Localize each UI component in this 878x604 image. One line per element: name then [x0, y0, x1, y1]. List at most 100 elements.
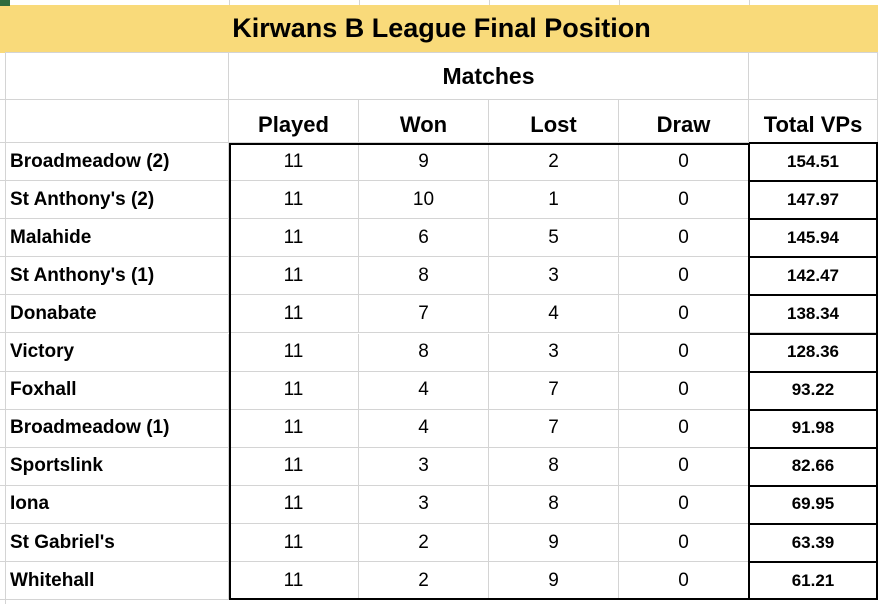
table-row: Iona 11 3 8 0 69.95: [0, 485, 878, 524]
header-lost[interactable]: Lost: [489, 100, 619, 143]
team-name[interactable]: Iona: [0, 485, 229, 524]
vp-border: [748, 143, 750, 600]
played-value[interactable]: 11: [229, 143, 359, 182]
team-name[interactable]: St Gabriel's: [0, 524, 229, 563]
won-value[interactable]: 2: [359, 562, 489, 601]
header-won[interactable]: Won: [359, 100, 489, 143]
played-value[interactable]: 11: [229, 409, 359, 448]
draw-value[interactable]: 0: [619, 143, 749, 182]
total-vps-value[interactable]: 63.39: [749, 524, 878, 563]
matches-group-row: Matches: [0, 53, 878, 100]
column-header-row: Played Won Lost Draw Total VPs: [0, 100, 878, 143]
total-vps-value[interactable]: 138.34: [749, 295, 878, 334]
played-value[interactable]: 11: [229, 562, 359, 601]
team-name[interactable]: Broadmeadow (2): [0, 143, 229, 182]
lost-value[interactable]: 9: [489, 562, 619, 601]
empty-cell[interactable]: [0, 53, 229, 100]
played-value[interactable]: 11: [229, 181, 359, 220]
lost-value[interactable]: 8: [489, 485, 619, 524]
team-name[interactable]: St Anthony's (2): [0, 181, 229, 220]
won-value[interactable]: 10: [359, 181, 489, 220]
table-row: Foxhall 11 4 7 0 93.22: [0, 371, 878, 410]
draw-value[interactable]: 0: [619, 333, 749, 372]
won-value[interactable]: 8: [359, 333, 489, 372]
draw-value[interactable]: 0: [619, 295, 749, 334]
lost-value[interactable]: 1: [489, 181, 619, 220]
gridline: [5, 53, 6, 604]
spreadsheet: Kirwans B League Final Position Matches …: [0, 0, 878, 604]
won-value[interactable]: 9: [359, 143, 489, 182]
played-value[interactable]: 11: [229, 257, 359, 296]
draw-value[interactable]: 0: [619, 524, 749, 563]
team-name[interactable]: Malahide: [0, 219, 229, 258]
empty-cell[interactable]: [0, 100, 229, 143]
sheet-title[interactable]: Kirwans B League Final Position: [5, 5, 878, 53]
played-value[interactable]: 11: [229, 295, 359, 334]
won-value[interactable]: 6: [359, 219, 489, 258]
won-value[interactable]: 8: [359, 257, 489, 296]
team-name[interactable]: Victory: [0, 333, 229, 372]
total-vps-value[interactable]: 145.94: [749, 219, 878, 258]
table-row: Victory 11 8 3 0 128.36: [0, 333, 878, 372]
table-row: Sportslink 11 3 8 0 82.66: [0, 447, 878, 486]
table-row: Broadmeadow (1) 11 4 7 0 91.98: [0, 409, 878, 448]
total-vps-value[interactable]: 61.21: [749, 562, 878, 601]
lost-value[interactable]: 3: [489, 333, 619, 372]
team-name[interactable]: Whitehall: [0, 562, 229, 601]
total-vps-value[interactable]: 82.66: [749, 447, 878, 486]
table-row: Broadmeadow (2) 11 9 2 0 154.51: [0, 143, 878, 182]
total-vps-value[interactable]: 147.97: [749, 181, 878, 220]
total-vps-value[interactable]: 142.47: [749, 257, 878, 296]
won-value[interactable]: 4: [359, 409, 489, 448]
won-value[interactable]: 4: [359, 371, 489, 410]
header-total-vps[interactable]: Total VPs: [749, 100, 878, 143]
draw-value[interactable]: 0: [619, 371, 749, 410]
draw-value[interactable]: 0: [619, 257, 749, 296]
total-vps-value[interactable]: 93.22: [749, 371, 878, 410]
played-value[interactable]: 11: [229, 371, 359, 410]
played-value[interactable]: 11: [229, 485, 359, 524]
header-played[interactable]: Played: [229, 100, 359, 143]
matches-group-header[interactable]: Matches: [229, 53, 749, 100]
total-vps-value[interactable]: 128.36: [749, 333, 878, 372]
lost-value[interactable]: 4: [489, 295, 619, 334]
won-value[interactable]: 7: [359, 295, 489, 334]
team-name[interactable]: Broadmeadow (1): [0, 409, 229, 448]
played-value[interactable]: 11: [229, 333, 359, 372]
table-row: Malahide 11 6 5 0 145.94: [0, 219, 878, 258]
draw-value[interactable]: 0: [619, 181, 749, 220]
header-draw[interactable]: Draw: [619, 100, 749, 143]
draw-value[interactable]: 0: [619, 447, 749, 486]
table-row: Donabate 11 7 4 0 138.34: [0, 295, 878, 334]
team-name[interactable]: Donabate: [0, 295, 229, 334]
team-name[interactable]: St Anthony's (1): [0, 257, 229, 296]
lost-value[interactable]: 7: [489, 371, 619, 410]
won-value[interactable]: 3: [359, 447, 489, 486]
won-value[interactable]: 3: [359, 485, 489, 524]
lost-value[interactable]: 5: [489, 219, 619, 258]
draw-value[interactable]: 0: [619, 409, 749, 448]
table-row: St Anthony's (1) 11 8 3 0 142.47: [0, 257, 878, 296]
draw-value[interactable]: 0: [619, 485, 749, 524]
won-value[interactable]: 2: [359, 524, 489, 563]
empty-cell[interactable]: [749, 53, 878, 100]
title-row: Kirwans B League Final Position: [0, 0, 878, 53]
table-row: St Anthony's (2) 11 10 1 0 147.97: [0, 181, 878, 220]
played-value[interactable]: 11: [229, 219, 359, 258]
total-vps-value[interactable]: 69.95: [749, 485, 878, 524]
draw-value[interactable]: 0: [619, 562, 749, 601]
total-vps-value[interactable]: 91.98: [749, 409, 878, 448]
played-value[interactable]: 11: [229, 447, 359, 486]
lost-value[interactable]: 3: [489, 257, 619, 296]
total-vps-value[interactable]: 154.51: [749, 143, 878, 182]
team-name[interactable]: Sportslink: [0, 447, 229, 486]
lost-value[interactable]: 7: [489, 409, 619, 448]
selection-corner-marker: [0, 0, 10, 6]
draw-value[interactable]: 0: [619, 219, 749, 258]
lost-value[interactable]: 2: [489, 143, 619, 182]
lost-value[interactable]: 8: [489, 447, 619, 486]
played-value[interactable]: 11: [229, 524, 359, 563]
team-name[interactable]: Foxhall: [0, 371, 229, 410]
table-row: Whitehall 11 2 9 0 61.21: [0, 562, 878, 601]
lost-value[interactable]: 9: [489, 524, 619, 563]
